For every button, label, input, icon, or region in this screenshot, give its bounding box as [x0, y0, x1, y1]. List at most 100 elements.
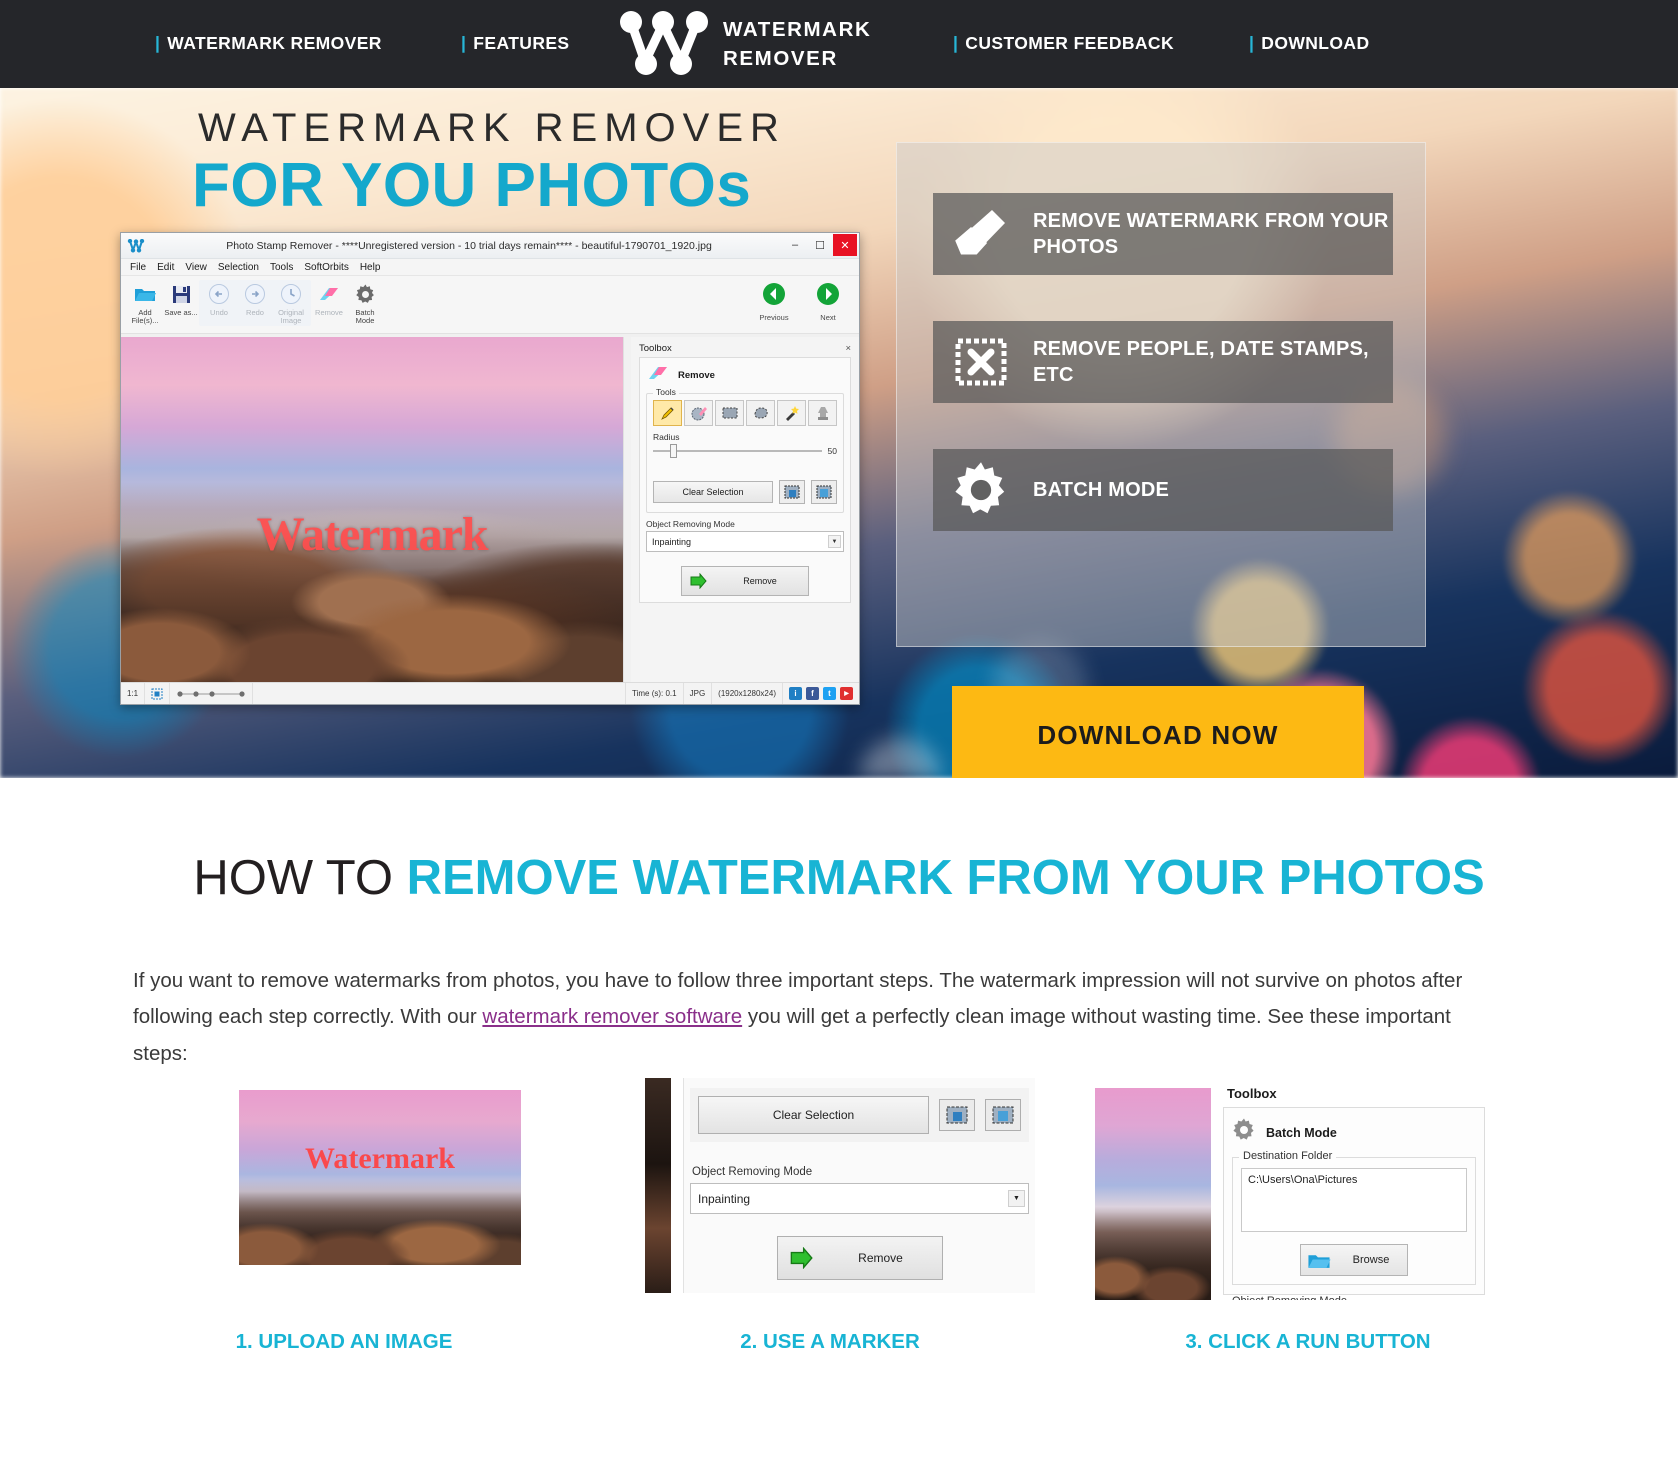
rect-select-tool-icon[interactable]: [715, 400, 744, 426]
toolbar-label: Add File(s)...: [131, 308, 159, 326]
magic-wand-tool-icon[interactable]: [777, 400, 806, 426]
step-3-toolbox-header: Toolbox: [1227, 1086, 1277, 1101]
menu-item-tools[interactable]: Tools: [270, 262, 293, 273]
step-3-photo: [1095, 1088, 1211, 1300]
redo-arrow-icon: [244, 280, 266, 308]
brush-tool-icon[interactable]: [684, 400, 713, 426]
canvas-watermark-text: Watermark: [256, 508, 489, 561]
site-logo[interactable]: WATERMARK REMOVER: [619, 4, 909, 84]
load-selection-icon[interactable]: [811, 480, 837, 504]
app-status-bar: 1:1 Time (s): 0.1 JPG (1920x1280x24) i f…: [121, 682, 859, 704]
step-2-panel-inner: Clear Selection Object Removing Mode Inp…: [690, 1088, 1029, 1280]
toolbar-save-as-button[interactable]: Save as...: [163, 280, 199, 317]
step-2-remove-label: Remove: [858, 1251, 903, 1265]
chevron-down-icon[interactable]: ▼: [828, 535, 841, 548]
save-selection-icon[interactable]: [779, 480, 805, 504]
menu-item-edit[interactable]: Edit: [157, 262, 174, 273]
gear-icon: [355, 280, 376, 308]
nav-item-customer-feedback[interactable]: | CUSTOMER FEEDBACK: [953, 33, 1174, 54]
toolbar-next-button[interactable]: Next: [807, 282, 849, 322]
chevron-down-icon[interactable]: ▼: [1008, 1190, 1025, 1207]
howto-paragraph-link[interactable]: watermark remover software: [482, 1005, 742, 1028]
feature-batch-mode[interactable]: BATCH MODE: [933, 449, 1393, 531]
toolbar-original-image-button[interactable]: Original Image: [273, 280, 309, 326]
howto-heading-dark: HOW TO: [193, 851, 407, 905]
eraser-tool-icon: [318, 280, 340, 308]
menu-item-selection[interactable]: Selection: [218, 262, 259, 273]
toolbox-close-icon[interactable]: ×: [845, 343, 851, 354]
logo-text: WATERMARK REMOVER: [723, 15, 871, 73]
nav-item-label: DOWNLOAD: [1261, 33, 1370, 53]
nav-item-label: FEATURES: [473, 33, 570, 53]
status-zoom-level[interactable]: 1:1: [121, 682, 146, 704]
zoom-slider[interactable]: [170, 682, 254, 704]
step-3-panel: Toolbox Batch Mode Destination Folder C:…: [1223, 1078, 1485, 1300]
menu-item-softorbits[interactable]: SoftOrbits: [304, 262, 348, 273]
toolbox-header: Toolbox ×: [639, 343, 851, 354]
save-selection-icon[interactable]: [939, 1099, 975, 1131]
step-2-mode-select[interactable]: Inpainting ▼: [690, 1183, 1029, 1214]
menu-item-file[interactable]: File: [130, 262, 146, 273]
step-2-clear-selection-button[interactable]: Clear Selection: [698, 1096, 929, 1134]
menu-item-view[interactable]: View: [185, 262, 207, 273]
remove-button[interactable]: Remove: [681, 566, 809, 596]
toolbar-previous-button[interactable]: Previous: [753, 282, 795, 322]
howto-section: HOW TO REMOVE WATERMARK FROM YOUR PHOTOS…: [0, 778, 1678, 1460]
step-3-destination-fieldset: Destination Folder C:\Users\Ona\Pictures…: [1232, 1150, 1476, 1285]
clear-selection-button[interactable]: Clear Selection: [653, 481, 773, 503]
step-3-browse-button[interactable]: Browse: [1300, 1244, 1408, 1276]
nav-item-download[interactable]: | DOWNLOAD: [1249, 33, 1369, 54]
toolbar-batch-mode-button[interactable]: Batch Mode: [347, 280, 383, 326]
undo-arrow-icon: [208, 280, 230, 308]
toolbar-add-files-button[interactable]: Add File(s)...: [127, 280, 163, 326]
feature-remove-people[interactable]: REMOVE PEOPLE, DATE STAMPS, ETC: [933, 321, 1393, 403]
nav-item-watermark-remover[interactable]: | WATERMARK REMOVER: [155, 33, 382, 54]
step-2-remove-button[interactable]: Remove: [776, 1236, 943, 1280]
app-screenshot-window: Photo Stamp Remover - ****Unregistered v…: [120, 232, 860, 705]
toolbar-undo-button[interactable]: Undo: [201, 280, 237, 326]
pencil-tool-icon[interactable]: [653, 400, 682, 426]
lasso-select-tool-icon[interactable]: [746, 400, 775, 426]
step-2-selection-row: Clear Selection: [690, 1088, 1029, 1142]
slider-track: [653, 450, 822, 452]
download-now-button[interactable]: DOWNLOAD NOW: [952, 686, 1364, 778]
toolbar-redo-button[interactable]: Redo: [237, 280, 273, 326]
minimize-button[interactable]: –: [783, 234, 807, 256]
nav-item-features[interactable]: | FEATURES: [461, 33, 570, 54]
radius-slider[interactable]: [653, 444, 822, 458]
maximize-button[interactable]: ☐: [808, 234, 832, 256]
toolbar-label: Undo: [210, 308, 228, 317]
tools-legend: Tools: [653, 387, 679, 397]
youtube-icon[interactable]: ▶: [840, 687, 853, 700]
status-dimensions: (1920x1280x24): [712, 682, 783, 704]
load-selection-icon[interactable]: [985, 1099, 1021, 1131]
twitter-icon[interactable]: t: [823, 687, 836, 700]
app-toolbar: Add File(s)... Save as... Undo Redo Orig…: [121, 276, 859, 334]
feature-remove-watermark[interactable]: REMOVE WATERMARK FROM YOUR PHOTOS: [933, 193, 1393, 275]
step-3-thumbnail: Toolbox Batch Mode Destination Folder C:…: [1095, 1078, 1485, 1300]
status-spacer: [253, 682, 626, 704]
close-button[interactable]: ✕: [833, 234, 857, 256]
fit-screen-icon[interactable]: [145, 682, 171, 704]
nav-item-label: CUSTOMER FEEDBACK: [965, 33, 1175, 53]
object-removing-mode-select[interactable]: Inpainting ▼: [646, 531, 844, 552]
toolbox-title-label: Remove: [678, 370, 715, 381]
howto-steps: Watermark 1. UPLOAD AN IMAGE Clear Selec…: [133, 1078, 1545, 1378]
gear-icon: [949, 458, 1013, 522]
toolbar-label: Redo: [246, 308, 264, 317]
canvas-scrollbar[interactable]: [623, 337, 631, 682]
slider-thumb[interactable]: [669, 444, 677, 458]
menu-item-help[interactable]: Help: [360, 262, 381, 273]
toolbar-remove-button[interactable]: Remove: [311, 280, 347, 317]
howto-heading-cyan: REMOVE WATERMARK FROM YOUR PHOTOS: [406, 851, 1485, 905]
facebook-icon[interactable]: f: [806, 687, 819, 700]
step-3-destination-path[interactable]: C:\Users\Ona\Pictures: [1241, 1168, 1467, 1232]
stamp-tool-icon[interactable]: [808, 400, 837, 426]
object-removing-mode-label: Object Removing Mode: [646, 519, 735, 529]
image-canvas[interactable]: Watermark: [121, 337, 624, 682]
info-icon[interactable]: i: [789, 687, 802, 700]
remove-button-label: Remove: [743, 576, 777, 586]
toolbar-label: Original Image: [278, 308, 304, 326]
app-logo-icon: [127, 238, 145, 252]
howto-step-1: Watermark 1. UPLOAD AN IMAGE: [185, 1078, 575, 1353]
